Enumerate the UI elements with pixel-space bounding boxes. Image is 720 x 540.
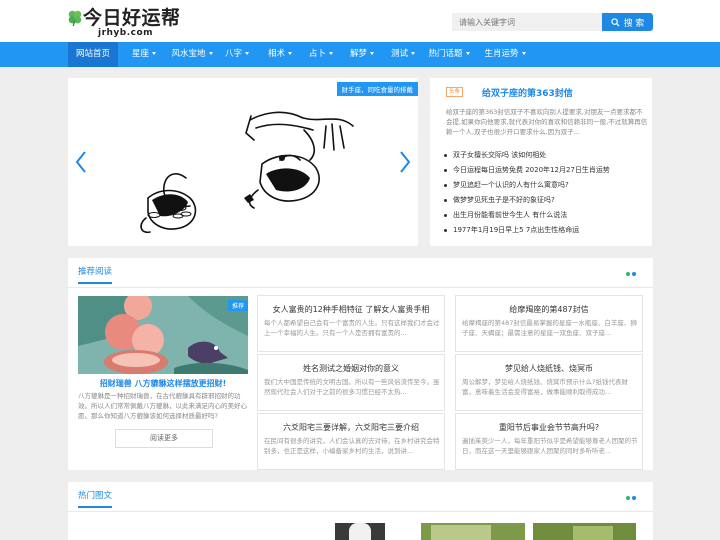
thumbnail-figure [349, 523, 371, 540]
article-card[interactable]: 姓名测试之婚姻对你的意义 我们大中国是传统的文明古国。所以有一些风俗流传至今。虽… [257, 354, 445, 411]
slide-illustration [140, 111, 354, 234]
nav-item-hot-topics[interactable]: 热门话题 [425, 42, 473, 67]
recommended-header: 推荐阅读 [68, 258, 653, 288]
section-title: 推荐阅读 [78, 265, 113, 284]
nav-item-label: 测试 [390, 49, 408, 59]
clover-icon [68, 10, 82, 27]
chevron-down-icon [208, 52, 213, 55]
article-card[interactable]: 六爻阳宅三要详解，六爻阳宅三要介绍 在民间有很多的讲究，人们会认真的去对待，在乡… [257, 413, 445, 470]
section-title: 热门图文 [78, 489, 113, 508]
nav-item-zhanbu[interactable]: 占卜 [303, 42, 339, 67]
site-header: 今日好运帮 jrhyb.com 搜 索 [0, 0, 720, 42]
hot-header: 热门图文 [68, 482, 653, 512]
nav-item-shengxiao[interactable]: 生肖运势 [481, 42, 529, 67]
hot-thumbnail[interactable] [335, 523, 385, 540]
slide-dots[interactable] [626, 496, 640, 501]
featured-list: 双子女擅长交际吗 该如何相处 今日运程每日运势免费 2020年12月27日生肖运… [444, 148, 648, 238]
dot-icon[interactable] [632, 272, 636, 276]
thumbnail-figure [573, 526, 613, 540]
dot-icon[interactable] [632, 496, 636, 500]
nav-item-label: 热门话题 [428, 49, 463, 59]
article-card[interactable]: 梦见给人烧纸钱、烧冥币 周公解梦，梦见给人烧纸钱、烧冥币预示什么?纸钱代表财富，… [455, 354, 643, 411]
chevron-down-icon [521, 52, 526, 55]
article-card-title[interactable]: 女人富贵的12种手相特征 了解女人富贵手相 [258, 304, 444, 315]
article-card-title[interactable]: 六爻阳宅三要详解，六爻阳宅三要介绍 [258, 422, 444, 433]
nav-item-bazi[interactable]: 八字 [222, 42, 252, 67]
nav-item-label: 相术 [267, 49, 285, 59]
recommended-image[interactable]: 推荐 [78, 296, 248, 374]
dot-icon[interactable] [626, 496, 630, 500]
article-card[interactable]: 女人富贵的12种手相特征 了解女人富贵手相 每个人都希望自己会有一个富贵的人生。… [257, 295, 445, 352]
article-card-summary: 给摩羯座的第487封信最易掌握的星座一水瓶座、白羊座、狮子座、天蝎座；最需注意的… [462, 319, 637, 337]
logo-domain: jrhyb.com [98, 28, 154, 38]
article-card-summary: 我们大中国是传统的文明古国。所以有一些风俗流传至今。虽然现代社会人们对于之前的很… [264, 378, 440, 396]
nav-item-label: 解梦 [349, 49, 367, 59]
nav-item-jiemeng[interactable]: 解梦 [344, 42, 380, 67]
search-button-label: 搜 索 [623, 17, 645, 28]
site-logo[interactable]: 今日好运帮 jrhyb.com [66, 7, 186, 39]
article-card-title[interactable]: 姓名测试之婚姻对你的意义 [258, 363, 444, 374]
featured-list-item[interactable]: 1977年1月19日早上5 7点出生性格命运 [444, 223, 648, 238]
nav-item-label: 占卜 [308, 49, 326, 59]
hot-thumbnail[interactable] [533, 523, 636, 540]
featured-title-link[interactable]: 给双子座的第363封信 [482, 86, 647, 99]
nav-item-xiangshu[interactable]: 相术 [262, 42, 298, 67]
nav-item-xingzuo[interactable]: 星座 [124, 42, 164, 67]
featured-summary: 给双子座的第363封信双子不喜欢向别人提要求,对朋友一点要求都不会提,如果你向他… [446, 108, 648, 136]
nav-item-label: 生肖运势 [484, 49, 519, 59]
featured-list-item[interactable]: 做梦梦见死虫子是不好的象征吗? [444, 193, 648, 208]
article-card[interactable]: 给摩羯座的第487封信 给摩羯座的第487封信最易掌握的星座一水瓶座、白羊座、狮… [455, 295, 643, 352]
featured-list-item[interactable]: 出生月份能看前世今生人 有什么说法 [444, 208, 648, 223]
article-card-summary: 遍插茱萸少一人，每年重阳节似乎是希望能够尊老人团聚的节日，而在这一天里能够跟家人… [462, 437, 638, 455]
article-card-summary: 在民间有很多的讲究，人们会认真的去对待，在乡村讲究会特别多，也正是这样，小编备家… [264, 437, 440, 455]
chevron-down-icon [370, 52, 374, 55]
article-card-title[interactable]: 给摩羯座的第487封信 [456, 304, 642, 315]
featured-list-item[interactable]: 今日运程每日运势免费 2020年12月27日生肖运势 [444, 163, 648, 178]
chevron-left-icon[interactable] [74, 150, 88, 174]
headline-badge: 头条 [446, 87, 463, 97]
article-card-title[interactable]: 梦见给人烧纸钱、烧冥币 [456, 363, 642, 374]
hero-slider[interactable]: 财手座，同吃食量的排戴 [68, 78, 418, 246]
chevron-down-icon [245, 52, 249, 55]
chevron-down-icon [152, 52, 156, 55]
search-icon [611, 17, 620, 27]
main-nav: 网站首页 星座 风水宝地 八字 相术 占卜 解梦 测试 热门话题 生肖运势 [0, 42, 720, 67]
nav-item-home[interactable]: 网站首页 [68, 42, 118, 67]
recommended-main-title[interactable]: 招财瑞兽 八方貔貅这样摆放更招财! [78, 378, 248, 389]
recommend-badge: 推荐 [227, 300, 248, 311]
pixiu-illustration [78, 296, 248, 374]
dot-icon[interactable] [626, 272, 630, 276]
nav-item-ceshi[interactable]: 测试 [385, 42, 421, 67]
nav-item-label: 风水宝地 [171, 49, 206, 59]
chevron-down-icon [288, 52, 292, 55]
nav-item-label: 星座 [131, 49, 149, 59]
search-input[interactable] [452, 13, 602, 31]
chevron-right-icon[interactable] [398, 150, 412, 174]
featured-list-item[interactable]: 梦见追赶一个认识的人有什么寓意吗? [444, 178, 648, 193]
nav-item-fengshui[interactable]: 风水宝地 [168, 42, 216, 67]
slide-dots[interactable] [626, 272, 640, 277]
logo-text: 今日好运帮 [83, 7, 181, 29]
featured-panel: 头条 给双子座的第363封信 给双子座的第363封信双子不喜欢向别人提要求,对朋… [430, 78, 652, 246]
hot-thumbnail[interactable] [421, 523, 525, 540]
article-card-summary: 每个人都希望自己会有一个富贵的人生。只有这样我们才会过上一个幸福的人生。只有一个… [264, 319, 440, 337]
search-button[interactable]: 搜 索 [602, 13, 653, 31]
chevron-down-icon [465, 52, 470, 55]
article-card-summary: 周公解梦，梦见给人烧纸钱、烧冥币预示什么?纸钱代表财富，意味着生活会变得富裕，做… [462, 378, 628, 396]
chevron-down-icon [411, 52, 415, 55]
nav-item-label: 网站首页 [75, 49, 110, 59]
read-more-button[interactable]: 阅读更多 [115, 429, 213, 448]
chevron-down-icon [329, 52, 333, 55]
recommended-main-summary: 八方貔貅是一种招财瑞兽，在古代貔貅具有辟邪招财的功效。所以人们常常佩戴八方貔貅，… [78, 392, 247, 420]
article-card[interactable]: 重阳节后事业会节节高升吗? 遍插茱萸少一人，每年重阳节似乎是希望能够尊老人团聚的… [455, 413, 643, 470]
thumbnail-figure [431, 525, 491, 540]
recommended-section: 推荐阅读 推荐 招财瑞兽 八方貔貅这样摆放更招财! 八方貔貅是一种招财瑞兽，在古… [68, 258, 653, 470]
nav-item-label: 八字 [224, 49, 242, 59]
article-card-title[interactable]: 重阳节后事业会节节高升吗? [456, 422, 642, 433]
featured-list-item[interactable]: 双子女擅长交际吗 该如何相处 [444, 148, 648, 163]
